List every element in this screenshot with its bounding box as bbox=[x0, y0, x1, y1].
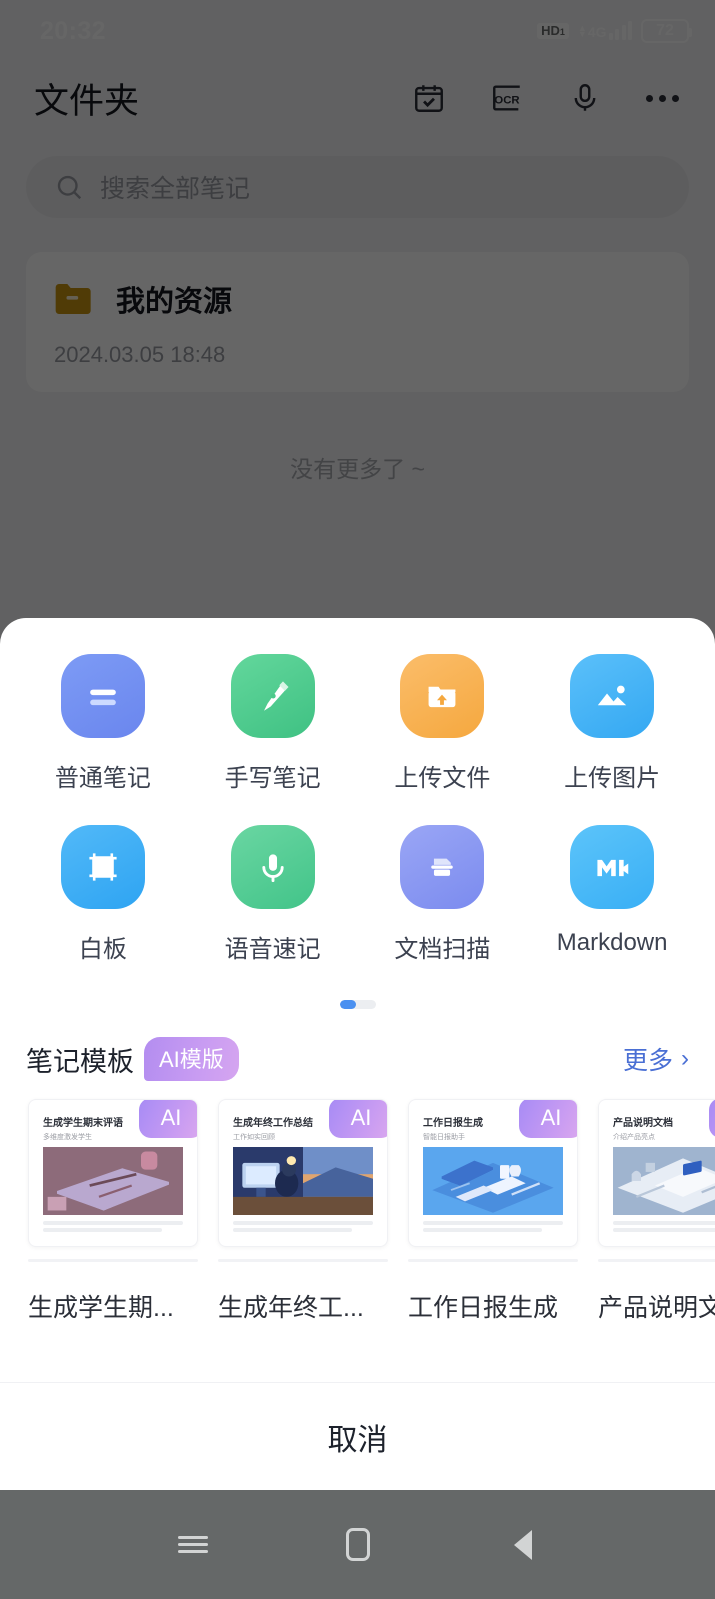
action-normal-note[interactable]: 普通笔记 bbox=[18, 654, 188, 793]
templates-title: 笔记模板 bbox=[26, 1046, 134, 1077]
action-label: 手写笔记 bbox=[224, 765, 321, 792]
image-icon bbox=[570, 654, 655, 738]
thumb-image bbox=[423, 1147, 563, 1215]
cancel-button[interactable]: 取消 bbox=[0, 1382, 715, 1490]
back-icon bbox=[513, 1529, 532, 1560]
template-carousel[interactable]: AI 生成学生期末评语 多维度激发学生 生成学生期... AI 生成年终工作总结… bbox=[0, 1081, 715, 1324]
ai-tag: AI bbox=[329, 1100, 387, 1138]
action-markdown[interactable]: Markdown bbox=[527, 825, 697, 964]
page-indicator bbox=[0, 1000, 715, 1009]
thumb-placeholder-lines bbox=[233, 1221, 373, 1232]
ai-template-badge: AI模版 bbox=[144, 1037, 239, 1081]
thumb-title: 产品说明文档 bbox=[613, 1118, 673, 1129]
thumb-image bbox=[613, 1147, 715, 1215]
page-dot-inactive[interactable] bbox=[356, 1000, 376, 1009]
home-button[interactable] bbox=[336, 1523, 380, 1567]
template-caption: 生成学生期... bbox=[28, 1294, 174, 1322]
doc-scan-icon bbox=[400, 825, 485, 909]
folder-upload-icon bbox=[400, 654, 485, 738]
template-card[interactable]: AI 生成学生期末评语 多维度激发学生 生成学生期... bbox=[28, 1099, 198, 1324]
action-label: 普通笔记 bbox=[54, 765, 151, 792]
whiteboard-icon bbox=[60, 825, 145, 909]
thumb-subtitle: 介绍产品亮点 bbox=[613, 1134, 655, 1141]
pen-nib-icon bbox=[230, 654, 315, 738]
action-upload-image[interactable]: 上传图片 bbox=[527, 654, 697, 793]
ai-tag: AI bbox=[709, 1100, 715, 1138]
action-label: 上传图片 bbox=[564, 765, 661, 792]
template-card[interactable]: AI 产品说明文档 介绍产品亮点 bbox=[598, 1099, 715, 1324]
action-grid: 普通笔记 手写笔记 上传文件 上传图片 白板 语音速记 文档扫描 Markdow… bbox=[0, 618, 715, 964]
action-upload-file[interactable]: 上传文件 bbox=[358, 654, 528, 793]
templates-header: 笔记模板 AI模版 更多 › bbox=[0, 1009, 715, 1081]
template-card[interactable]: AI 工作日报生成 智能日报助手 工作日报生成 bbox=[408, 1099, 578, 1324]
template-thumbnail: AI 生成年终工作总结 工作如实回顾 bbox=[218, 1099, 388, 1247]
template-card[interactable]: AI 生成年终工作总结 工作如实回顾 生成年终工... bbox=[218, 1099, 388, 1324]
thumb-placeholder-lines bbox=[423, 1221, 563, 1232]
more-label: 更多 bbox=[622, 1047, 673, 1075]
system-nav-bar bbox=[0, 1490, 715, 1599]
action-label: 语音速记 bbox=[224, 936, 321, 963]
template-thumbnail: AI 产品说明文档 介绍产品亮点 bbox=[598, 1099, 715, 1247]
home-icon bbox=[345, 1528, 370, 1561]
template-caption: 工作日报生成 bbox=[408, 1294, 559, 1322]
action-label: 上传文件 bbox=[394, 765, 491, 792]
template-caption: 产品说明文 bbox=[598, 1294, 715, 1322]
ai-tag: AI bbox=[519, 1100, 577, 1138]
markdown-icon bbox=[570, 825, 655, 909]
cancel-label: 取消 bbox=[327, 1423, 388, 1457]
recents-button[interactable] bbox=[171, 1523, 215, 1567]
action-label: 白板 bbox=[78, 936, 127, 963]
chevron-right-icon: › bbox=[681, 1045, 689, 1072]
thumb-placeholder-lines bbox=[43, 1221, 183, 1232]
create-note-bottom-sheet: 普通笔记 手写笔记 上传文件 上传图片 白板 语音速记 文档扫描 Markdow… bbox=[0, 618, 715, 1490]
action-whiteboard[interactable]: 白板 bbox=[18, 825, 188, 964]
template-thumbnail: AI 生成学生期末评语 多维度激发学生 bbox=[28, 1099, 198, 1247]
template-thumbnail: AI 工作日报生成 智能日报助手 bbox=[408, 1099, 578, 1247]
thumb-image bbox=[233, 1147, 373, 1215]
note-lines-icon bbox=[60, 654, 145, 738]
page-dot-active[interactable] bbox=[339, 1000, 356, 1009]
action-label: Markdown bbox=[556, 929, 668, 956]
thumb-image bbox=[43, 1147, 183, 1215]
action-label: 文档扫描 bbox=[394, 936, 491, 963]
templates-more-button[interactable]: 更多 › bbox=[623, 1041, 689, 1077]
template-caption: 生成年终工... bbox=[218, 1294, 364, 1322]
thumb-placeholder-lines bbox=[613, 1221, 715, 1232]
action-voice-note[interactable]: 语音速记 bbox=[188, 825, 358, 964]
action-doc-scan[interactable]: 文档扫描 bbox=[358, 825, 528, 964]
back-button[interactable] bbox=[501, 1523, 545, 1567]
ai-tag: AI bbox=[139, 1100, 197, 1138]
microphone-icon bbox=[230, 825, 315, 909]
action-handwrite-note[interactable]: 手写笔记 bbox=[188, 654, 358, 793]
